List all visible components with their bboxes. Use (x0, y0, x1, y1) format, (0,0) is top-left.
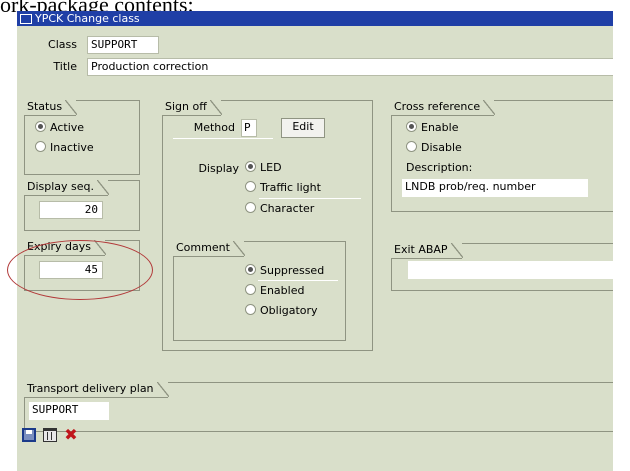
window-icon (20, 14, 32, 24)
delete-icon[interactable] (43, 428, 57, 442)
display-seq-group: Display seq. 20 (24, 180, 140, 231)
class-label: Class (48, 38, 77, 51)
display-seq-field[interactable]: 20 (39, 201, 103, 219)
method-label: Method (193, 121, 235, 134)
radio-empty-icon (245, 181, 256, 192)
exit-abap-group: Exit ABAP (391, 243, 614, 291)
transport-field[interactable]: SUPPORT (29, 402, 109, 420)
exit-abap-title: Exit ABAP (391, 243, 463, 259)
comment-title: Comment (173, 241, 245, 257)
radio-selected-icon (406, 121, 417, 132)
radio-empty-icon (245, 304, 256, 315)
comment-group: Comment Suppressed Enabled Obligatory (173, 241, 346, 341)
comment-underline (258, 280, 338, 281)
radio-selected-icon (35, 121, 46, 132)
sign-off-title: Sign off (162, 100, 222, 116)
highlight-annotation (7, 240, 153, 300)
radio-selected-icon (245, 161, 256, 172)
radio-empty-icon (245, 202, 256, 213)
radio-empty-icon (406, 141, 417, 152)
status-radio-inactive[interactable]: Inactive (35, 141, 94, 155)
window-title: YPCK Change class (35, 12, 140, 25)
display-radio-character[interactable]: Character (245, 202, 314, 216)
transport-group: Transport delivery plan SUPPORT (24, 382, 613, 432)
radio-empty-icon (245, 284, 256, 295)
display-underline (259, 198, 361, 199)
method-field[interactable]: P (241, 119, 257, 137)
save-icon[interactable] (22, 428, 36, 442)
comment-radio-obligatory[interactable]: Obligatory (245, 304, 318, 318)
cancel-icon[interactable]: ✖ (64, 427, 78, 443)
display-seq-title: Display seq. (24, 180, 110, 196)
window-title-bar: YPCK Change class (17, 11, 613, 26)
comment-radio-suppressed[interactable]: Suppressed (245, 264, 324, 278)
sign-off-group: Sign off Method P Edit Display LED Traff… (162, 100, 373, 351)
status-radio-active[interactable]: Active (35, 121, 84, 135)
display-label: Display (198, 162, 239, 175)
status-group-title: Status (24, 100, 78, 116)
radio-empty-icon (35, 141, 46, 152)
cross-reference-group: Cross reference Enable Disable Descripti… (391, 100, 613, 212)
exit-abap-field[interactable] (408, 261, 614, 279)
status-group: Status Active Inactive (24, 100, 140, 175)
display-radio-led[interactable]: LED (245, 161, 282, 175)
comment-radio-enabled[interactable]: Enabled (245, 284, 304, 298)
cross-reference-radio-enable[interactable]: Enable (406, 121, 458, 135)
transport-title: Transport delivery plan (24, 382, 169, 398)
edit-button[interactable]: Edit (281, 118, 325, 138)
class-field[interactable]: SUPPORT (87, 36, 159, 54)
method-underline (173, 138, 273, 139)
display-radio-traffic-light[interactable]: Traffic light (245, 181, 321, 195)
description-label: Description: (406, 161, 473, 174)
radio-selected-icon (245, 264, 256, 275)
title-field[interactable]: Production correction (87, 58, 613, 76)
cross-reference-radio-disable[interactable]: Disable (406, 141, 462, 155)
description-field[interactable]: LNDB prob/req. number (402, 179, 588, 197)
cross-reference-title: Cross reference (391, 100, 496, 116)
title-label: Title (53, 60, 77, 73)
